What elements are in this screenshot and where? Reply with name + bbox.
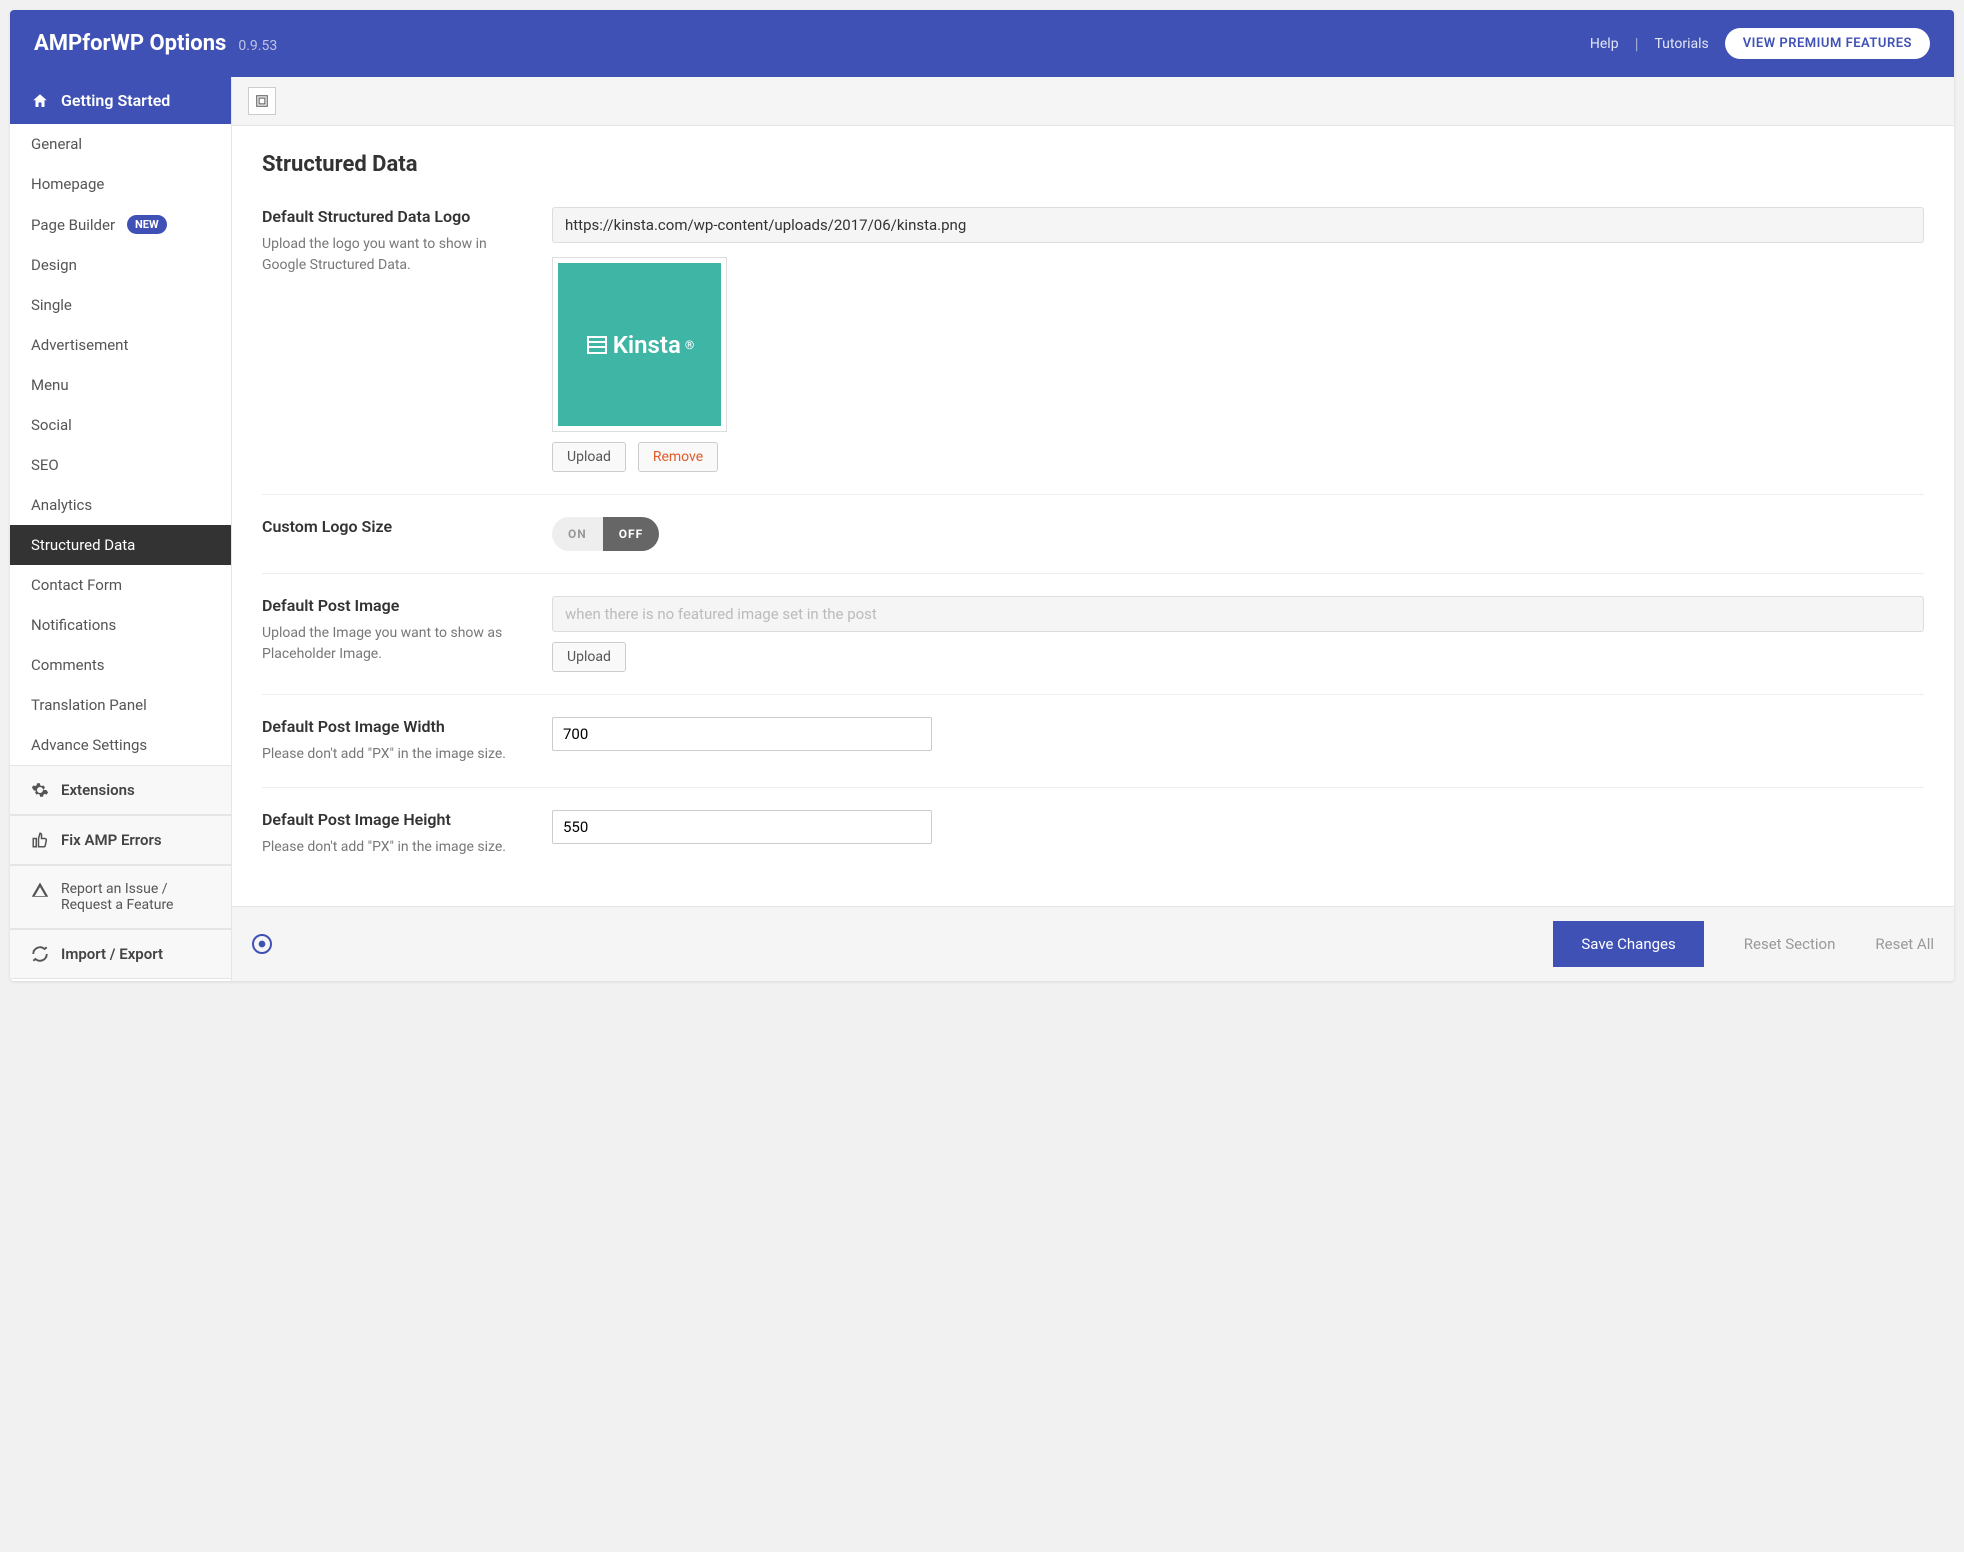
page-title: Structured Data (262, 152, 1924, 177)
save-button[interactable]: Save Changes (1553, 921, 1703, 967)
sidebar-item-comments[interactable]: Comments (10, 645, 231, 685)
sidebar-item-fix-amp[interactable]: Fix AMP Errors (10, 815, 231, 865)
field-custom-logo-size: Custom Logo Size ON OFF (262, 495, 1924, 574)
field-desc: Please don't add "PX" in the image size. (262, 837, 512, 858)
sidebar-item-structured-data[interactable]: Structured Data (10, 525, 231, 565)
logo-url-field[interactable]: https://kinsta.com/wp-content/uploads/20… (552, 207, 1924, 243)
refresh-icon (31, 945, 49, 963)
field-desc: Please don't add "PX" in the image size. (262, 744, 512, 765)
sidebar: Getting Started General Homepage Page Bu… (10, 77, 232, 981)
premium-button[interactable]: VIEW PREMIUM FEATURES (1725, 28, 1930, 59)
thumbs-up-icon (31, 831, 49, 849)
sidebar-item-analytics[interactable]: Analytics (10, 485, 231, 525)
sidebar-item-page-builder[interactable]: Page Builder NEW (10, 204, 231, 245)
app-version: 0.9.53 (238, 38, 277, 54)
upload-button[interactable]: Upload (552, 642, 626, 672)
sidebar-item-report-issue[interactable]: Report an Issue /Request a Feature (10, 865, 231, 929)
sidebar-item-translation-panel[interactable]: Translation Panel (10, 685, 231, 725)
topbar (232, 77, 1954, 126)
field-label: Default Post Image Height (262, 810, 512, 829)
logo-preview: Kinsta® (552, 257, 727, 432)
field-default-post-image-height: Default Post Image Height Please don't a… (262, 788, 1924, 880)
field-label: Default Post Image (262, 596, 512, 615)
header-bar: AMPforWP Options 0.9.53 Help | Tutorials… (10, 10, 1954, 77)
info-icon[interactable] (252, 934, 272, 954)
width-input[interactable] (552, 717, 932, 751)
upload-button[interactable]: Upload (552, 442, 626, 472)
help-link[interactable]: Help (1590, 36, 1619, 52)
sidebar-item-seo[interactable]: SEO (10, 445, 231, 485)
field-structured-data-logo: Default Structured Data Logo Upload the … (262, 207, 1924, 495)
app-title: AMPforWP Options (34, 31, 226, 56)
new-badge: NEW (127, 215, 167, 234)
sidebar-item-advertisement[interactable]: Advertisement (10, 325, 231, 365)
sidebar-item-getting-started[interactable]: Getting Started (10, 77, 231, 124)
sidebar-item-notifications[interactable]: Notifications (10, 605, 231, 645)
field-label: Default Structured Data Logo (262, 207, 512, 226)
field-desc: Upload the Image you want to show as Pla… (262, 623, 512, 665)
sidebar-item-extensions[interactable]: Extensions (10, 765, 231, 815)
toggle-off[interactable]: OFF (603, 517, 659, 551)
height-input[interactable] (552, 810, 932, 844)
sidebar-label: Getting Started (61, 91, 170, 110)
gear-icon (31, 781, 49, 799)
reset-section-link[interactable]: Reset Section (1744, 935, 1836, 953)
sidebar-item-single[interactable]: Single (10, 285, 231, 325)
separator: | (1635, 34, 1639, 53)
home-icon (31, 92, 49, 110)
logo-brand: Kinsta (613, 331, 681, 359)
tutorials-link[interactable]: Tutorials (1654, 36, 1708, 52)
field-default-post-image: Default Post Image Upload the Image you … (262, 574, 1924, 695)
sidebar-item-general[interactable]: General (10, 124, 231, 164)
post-image-field[interactable]: when there is no featured image set in t… (552, 596, 1924, 632)
sidebar-item-homepage[interactable]: Homepage (10, 164, 231, 204)
field-desc: Upload the logo you want to show in Goog… (262, 234, 512, 276)
field-label: Default Post Image Width (262, 717, 512, 736)
field-label: Custom Logo Size (262, 517, 512, 536)
reset-all-link[interactable]: Reset All (1875, 935, 1934, 953)
warning-icon (31, 881, 49, 899)
bars-icon (585, 333, 609, 357)
sidebar-item-import-export[interactable]: Import / Export (10, 929, 231, 979)
sidebar-item-design[interactable]: Design (10, 245, 231, 285)
toggle-custom-size[interactable]: ON OFF (552, 517, 659, 551)
field-default-post-image-width: Default Post Image Width Please don't ad… (262, 695, 1924, 788)
toggle-on[interactable]: ON (552, 517, 603, 551)
remove-button[interactable]: Remove (638, 442, 718, 472)
sidebar-item-social[interactable]: Social (10, 405, 231, 445)
sidebar-item-menu[interactable]: Menu (10, 365, 231, 405)
expand-button[interactable] (248, 87, 276, 115)
sidebar-item-advance-settings[interactable]: Advance Settings (10, 725, 231, 765)
sidebar-item-contact-form[interactable]: Contact Form (10, 565, 231, 605)
footer-bar: Save Changes Reset Section Reset All (232, 906, 1954, 981)
